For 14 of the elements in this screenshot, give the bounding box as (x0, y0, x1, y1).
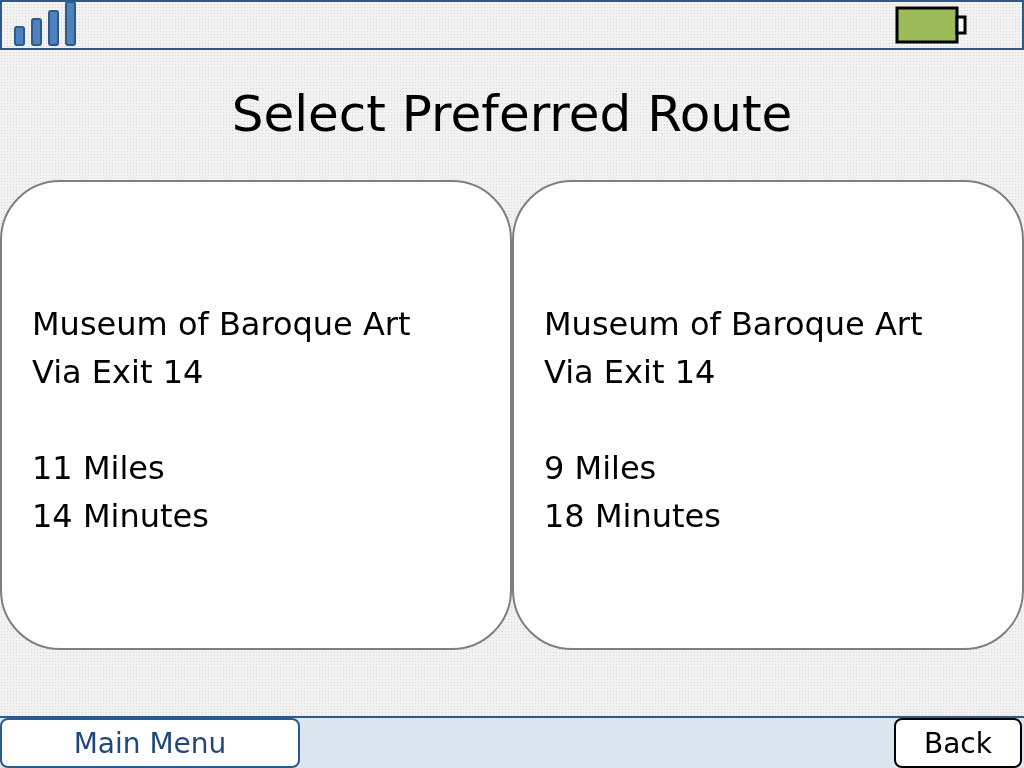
battery-icon (895, 6, 967, 44)
route-card[interactable]: Museum of Baroque Art Via Exit 14 9 Miles 18 Minutes (512, 180, 1024, 650)
route-via: Via Exit 14 (32, 352, 205, 393)
main-menu-button[interactable]: Main Menu (0, 718, 300, 768)
screen-title: Select Preferred Route (230, 84, 794, 145)
route-via: Via Exit 14 (544, 352, 717, 393)
route-destination: Museum of Baroque Art (544, 304, 924, 345)
route-destination: Museum of Baroque Art (32, 304, 412, 345)
route-duration: 18 Minutes (544, 496, 722, 537)
route-duration: 14 Minutes (32, 496, 210, 537)
route-distance: 11 Miles (32, 448, 166, 489)
route-distance: 9 Miles (544, 448, 658, 489)
back-button[interactable]: Back (894, 718, 1022, 768)
route-card[interactable]: Museum of Baroque Art Via Exit 14 11 Miles 14 Minutes (0, 180, 512, 650)
